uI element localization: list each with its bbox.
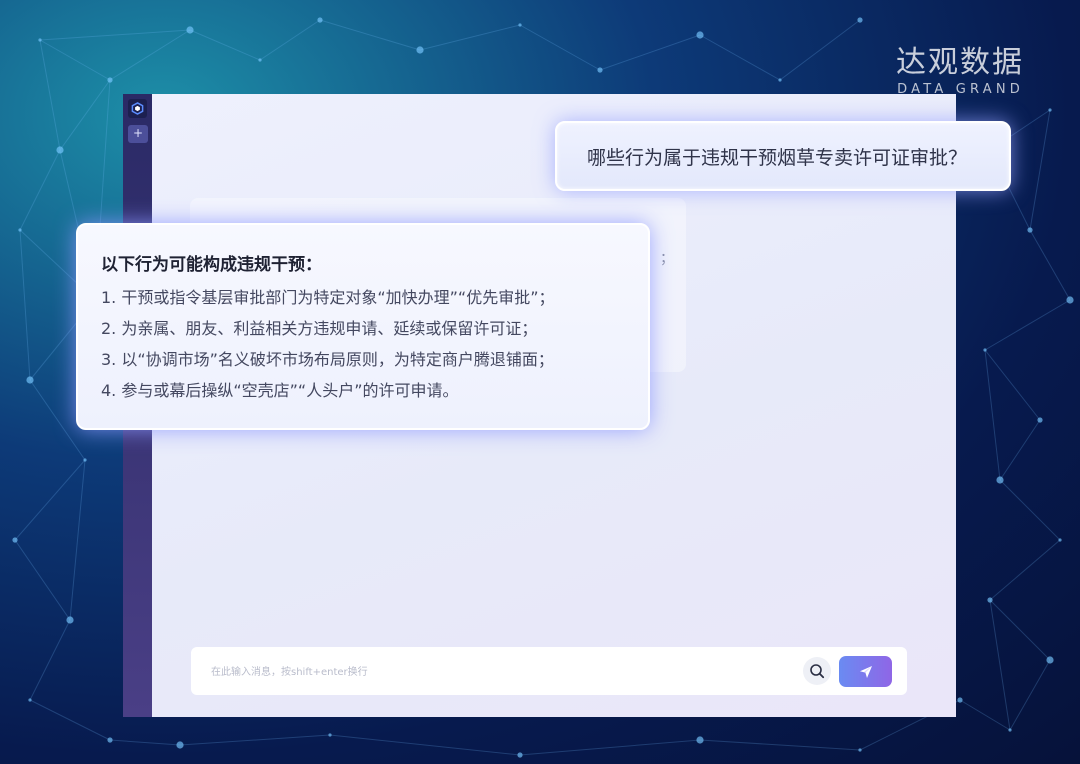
network-node xyxy=(26,376,34,384)
network-link xyxy=(329,734,521,756)
network-link xyxy=(29,699,111,741)
answer-item: 4. 参与或幕后操纵“空壳店”“人头户”的许可申请。 xyxy=(101,381,459,400)
answer-item: 2. 为亲属、朋友、利益相关方违规申请、延续或保留许可证； xyxy=(101,319,538,338)
network-link xyxy=(189,29,261,61)
brand-logo: 达观数据 DATA GRAND xyxy=(896,45,1024,98)
network-link xyxy=(39,29,191,41)
user-question-text: 哪些行为属于违规干预烟草专卖许可证审批？ xyxy=(587,146,968,169)
network-node xyxy=(1046,656,1054,664)
network-node xyxy=(186,26,194,34)
network-link xyxy=(29,619,71,701)
network-link xyxy=(999,419,1041,481)
network-node xyxy=(328,733,332,737)
network-link xyxy=(989,599,1051,661)
network-node xyxy=(258,58,262,62)
network-link xyxy=(179,734,331,746)
network-node xyxy=(778,78,782,82)
network-link xyxy=(984,349,1001,481)
new-chat-button[interactable]: + xyxy=(128,125,148,143)
network-link xyxy=(14,459,86,541)
network-link xyxy=(699,34,781,81)
network-node xyxy=(858,748,862,752)
network-node xyxy=(56,146,64,154)
network-link xyxy=(419,24,521,51)
network-link xyxy=(39,39,111,81)
network-link xyxy=(519,24,601,71)
answer-item: 1. 干预或指令基层审批部门为特定对象“加快办理”“优先审批”； xyxy=(101,288,555,307)
network-link xyxy=(19,149,61,231)
network-link xyxy=(779,19,861,81)
network-node xyxy=(597,67,603,73)
network-link xyxy=(319,19,421,51)
network-node xyxy=(517,752,523,758)
network-link xyxy=(1009,659,1051,731)
network-link xyxy=(989,539,1061,601)
network-node xyxy=(518,23,522,27)
network-link xyxy=(599,34,701,71)
brand-name-cn: 达观数据 xyxy=(896,45,1024,80)
network-node xyxy=(983,348,987,352)
network-node xyxy=(857,17,863,23)
network-node xyxy=(1027,227,1033,233)
network-node xyxy=(18,228,22,232)
user-question-bubble: 哪些行为属于违规干预烟草专卖许可证审批？ xyxy=(555,121,1011,191)
search-button[interactable] xyxy=(803,657,831,685)
network-link xyxy=(259,19,321,61)
network-link xyxy=(109,739,181,746)
network-node xyxy=(107,77,113,83)
network-node xyxy=(107,737,113,743)
network-node xyxy=(416,46,424,54)
send-button[interactable] xyxy=(839,656,892,687)
network-link xyxy=(519,739,701,756)
search-icon xyxy=(810,664,825,679)
message-input[interactable] xyxy=(209,657,773,687)
network-node xyxy=(996,476,1004,484)
network-node xyxy=(696,31,704,39)
network-node xyxy=(176,741,184,749)
answer-title: 以下行为可能构成违规干预： xyxy=(101,255,322,275)
network-link xyxy=(19,229,31,381)
network-link xyxy=(1029,229,1071,301)
network-link xyxy=(699,739,861,751)
send-icon xyxy=(859,665,872,678)
network-node xyxy=(317,17,323,23)
network-link xyxy=(39,39,61,151)
network-link xyxy=(984,349,1041,421)
network-node xyxy=(1048,108,1052,112)
network-link xyxy=(109,29,191,81)
network-node xyxy=(28,698,32,702)
plus-icon: + xyxy=(132,126,144,140)
network-link xyxy=(69,459,86,621)
network-link xyxy=(59,79,111,151)
answer-card: 以下行为可能构成违规干预： 1. 干预或指令基层审批部门为特定对象“加快办理”“… xyxy=(76,223,650,430)
network-node xyxy=(1066,296,1074,304)
network-link xyxy=(14,539,71,621)
network-node xyxy=(696,736,704,744)
network-node xyxy=(1008,728,1012,732)
network-node xyxy=(1058,538,1062,542)
network-node xyxy=(12,537,18,543)
hexagon-logo-icon[interactable] xyxy=(128,99,147,118)
network-link xyxy=(984,299,1071,351)
network-node xyxy=(957,697,963,703)
network-node xyxy=(987,597,993,603)
network-node xyxy=(1037,417,1043,423)
network-link xyxy=(1029,109,1051,231)
network-link xyxy=(999,479,1061,541)
network-node xyxy=(66,616,74,624)
answer-item: 3. 以“协调市场”名义破坏市场布局原则，为特定商户腾退铺面； xyxy=(101,350,554,369)
network-link xyxy=(989,599,1011,731)
network-link xyxy=(959,699,1011,731)
message-input-bar xyxy=(191,647,907,695)
background-answer-fragment: ； xyxy=(660,251,674,267)
network-node xyxy=(83,458,87,462)
network-node xyxy=(38,38,42,42)
